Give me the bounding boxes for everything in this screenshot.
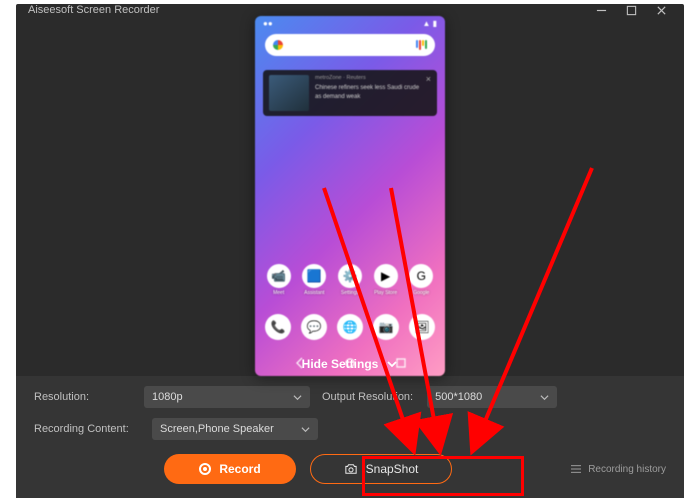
- recording-history-link[interactable]: Recording history: [570, 464, 666, 475]
- phone-search-bar: [265, 34, 435, 56]
- phone-dock-app: 💬: [301, 314, 327, 340]
- record-icon: [199, 463, 211, 475]
- chevron-down-icon: [293, 393, 302, 402]
- phone-dock-app: 📷: [373, 314, 399, 340]
- google-logo-icon: [273, 40, 283, 50]
- phone-app-row-1: 📹Meet 🟦Assistant ⚙️Settings ▶Play Store …: [255, 264, 445, 296]
- phone-app: ⚙️Settings: [338, 264, 362, 296]
- close-button[interactable]: [646, 4, 676, 16]
- recording-content-select[interactable]: Screen,Phone Speaker: [152, 418, 318, 440]
- preview-area: ●●▲ ▮ metroZone · Reuters Chinese refine…: [16, 16, 684, 376]
- output-resolution-select[interactable]: 500*1080: [427, 386, 557, 408]
- output-resolution-label: Output Resolution:: [322, 391, 413, 403]
- phone-dock-app: 🌐: [337, 314, 363, 340]
- notification-close-icon: ×: [426, 75, 431, 111]
- mic-icon: [416, 40, 427, 50]
- phone-notification: metroZone · Reuters Chinese refiners see…: [263, 70, 437, 116]
- app-window: Aiseesoft Screen Recorder ●●▲ ▮ metroZon…: [16, 4, 684, 496]
- phone-dock-app: 🖼: [409, 314, 435, 340]
- notification-thumb: [269, 75, 309, 111]
- phone-app-row-2: 📞 💬 🌐 📷 🖼: [255, 314, 445, 340]
- settings-row-2: Recording Content: Screen,Phone Speaker: [34, 418, 666, 440]
- settings-panel: Resolution: 1080p Output Resolution: 500…: [16, 376, 684, 498]
- snapshot-button[interactable]: SnapShot: [310, 454, 452, 484]
- hide-settings-label: Hide Settings: [302, 357, 379, 371]
- phone-dock-app: 📞: [265, 314, 291, 340]
- title-bar: Aiseesoft Screen Recorder: [16, 4, 684, 16]
- phone-app: ▶Play Store: [374, 264, 398, 296]
- window-title: Aiseesoft Screen Recorder: [28, 4, 586, 16]
- maximize-icon: [626, 5, 637, 16]
- list-icon: [570, 464, 582, 474]
- camera-icon: [344, 463, 358, 475]
- phone-status-bar: ●●▲ ▮: [255, 19, 445, 31]
- resolution-label: Resolution:: [34, 391, 136, 403]
- notification-text: metroZone · Reuters Chinese refiners see…: [315, 75, 420, 111]
- settings-row-1: Resolution: 1080p Output Resolution: 500…: [34, 386, 666, 408]
- hide-settings-toggle[interactable]: Hide Settings: [16, 352, 684, 376]
- minimize-icon: [596, 5, 607, 16]
- minimize-button[interactable]: [586, 4, 616, 16]
- phone-app: GGoogle: [409, 264, 433, 296]
- phone-preview: ●●▲ ▮ metroZone · Reuters Chinese refine…: [255, 16, 445, 376]
- resolution-select[interactable]: 1080p: [144, 386, 310, 408]
- phone-app: 📹Meet: [267, 264, 291, 296]
- record-button[interactable]: Record: [164, 454, 296, 484]
- chevron-down-icon: [386, 358, 398, 370]
- close-icon: [656, 5, 667, 16]
- phone-app: 🟦Assistant: [302, 264, 326, 296]
- maximize-button[interactable]: [616, 4, 646, 16]
- recording-content-label: Recording Content:: [34, 423, 144, 435]
- button-row: Record SnapShot Recording history: [34, 450, 666, 484]
- chevron-down-icon: [540, 393, 549, 402]
- chevron-down-icon: [301, 425, 310, 434]
